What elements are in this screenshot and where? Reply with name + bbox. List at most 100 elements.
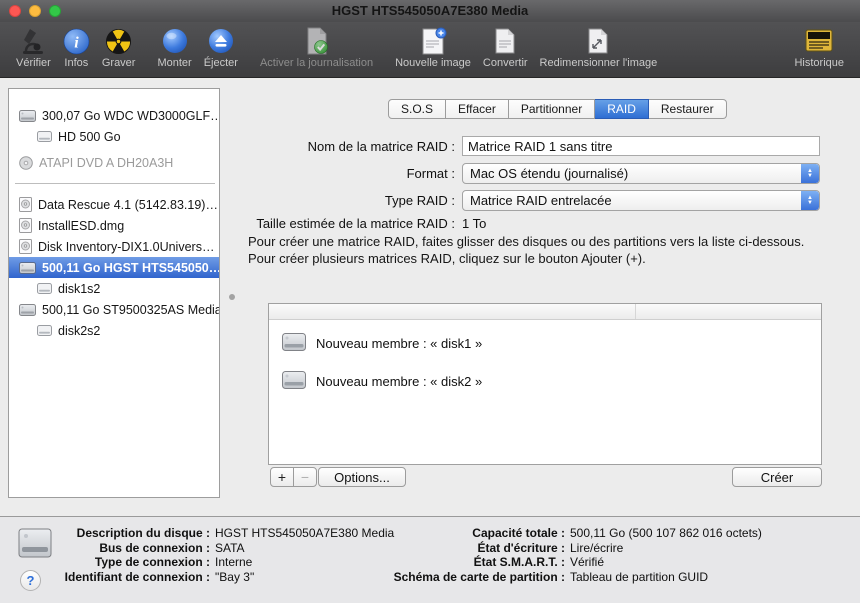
raid-instructions: Pour créer une matrice RAID, faites glis… [248,233,840,267]
sidebar-item-disk-wdc[interactable]: 300,07 Go WDC WD3000GLF… [9,105,219,126]
sidebar-item-volume-disk1s2[interactable]: disk1s2 [9,278,219,299]
sidebar-item-label: Disk Inventory-DIX1.0Univers… [38,240,214,254]
sidebar-item-label: 500,11 Go HGST HTS545050… [42,261,219,275]
info-value: SATA [215,541,245,555]
disk-utility-window: HGST HTS545050A7E380 Media Vérifier i [0,0,860,602]
raid-type-popup-value: Matrice RAID entrelacée [463,193,801,208]
column-divider [635,304,636,319]
toolbar-eject-label: Éjecter [204,57,238,69]
disk-image-icon [19,218,32,233]
raid-member-list[interactable]: Nouveau membre : « disk1 » Nouveau membr… [268,303,822,465]
toolbar-verify-label: Vérifier [16,57,51,69]
raid-type-label: Type RAID : [233,193,455,208]
info-label: Identifiant de connexion : [58,570,210,584]
eject-icon [208,25,234,57]
raid-instructions-line2: Pour créer plusieurs matrices RAID, cliq… [248,250,840,267]
raid-member-label: Nouveau membre : « disk2 » [316,374,482,389]
toolbar-history-button[interactable]: Historique [794,25,844,69]
info-label: État S.M.A.R.T. : [320,555,565,569]
tab-restore[interactable]: Restaurer [649,99,727,119]
toolbar-eject-button[interactable]: Éjecter [204,25,238,69]
info-row-partition-scheme: Schéma de carte de partition : Tableau d… [320,570,762,585]
toolbar-mount-label: Monter [157,57,191,69]
toolbar-journaling-label: Activer la journalisation [260,57,373,69]
disk-icon [19,262,36,274]
format-popup[interactable]: Mac OS étendu (journalisé) ▲▼ [462,163,820,184]
raid-name-input[interactable] [462,136,820,156]
sidebar-item-label: disk2s2 [58,324,100,338]
disk-image-icon [19,197,32,212]
disk-icon-large [18,528,52,563]
tab-bar: S.O.S Effacer Partitionner RAID Restaure… [388,99,727,119]
toolbar-convert-button[interactable]: Convertir [483,25,528,69]
tab-partition[interactable]: Partitionner [509,99,595,119]
info-label: Description du disque : [58,526,210,540]
disk-icon [19,110,36,122]
volume-icon [37,283,52,294]
options-button[interactable]: Options... [318,467,406,487]
member-list-header [269,304,821,320]
tab-sos[interactable]: S.O.S [388,99,446,119]
tab-raid[interactable]: RAID [595,99,649,119]
sidebar-item-volume-disk2s2[interactable]: disk2s2 [9,320,219,341]
info-icon: i [63,25,90,57]
optical-disc-icon [19,156,33,170]
new-image-icon [420,25,447,57]
raid-size-value: 1 To [462,216,486,231]
add-member-button[interactable]: + [270,467,294,487]
sidebar-item-disk-st9500325as[interactable]: 500,11 Go ST9500325AS Media [9,299,219,320]
info-value: 500,11 Go (500 107 862 016 octets) [570,526,762,540]
raid-size-label: Taille estimée de la matrice RAID : [233,216,455,231]
raid-member-row-disk1[interactable]: Nouveau membre : « disk1 » [269,324,821,362]
popup-arrows-icon: ▲▼ [801,191,819,210]
toolbar-new-image-button[interactable]: Nouvelle image [395,25,471,69]
burn-icon [105,25,132,57]
mount-icon [162,25,188,57]
info-label: Capacité totale : [320,526,565,540]
toolbar-info-button[interactable]: i Infos [63,25,90,69]
enable-journaling-icon [304,25,330,57]
sidebar-item-dmg-data-rescue[interactable]: Data Rescue 4.1 (5142.83.19)… [9,194,219,215]
toolbar-burn-button[interactable]: Graver [102,25,136,69]
sidebar-item-disk-hgst-selected[interactable]: 500,11 Go HGST HTS545050… [9,257,219,278]
toolbar-verify-button[interactable]: Vérifier [16,25,51,69]
raid-type-popup[interactable]: Matrice RAID entrelacée ▲▼ [462,190,820,211]
toolbar-journaling-button: Activer la journalisation [260,25,373,69]
drive-icon [282,333,306,354]
create-button[interactable]: Créer [732,467,822,487]
toolbar-burn-label: Graver [102,57,136,69]
info-value: Tableau de partition GUID [570,570,708,584]
disk-icon [19,304,36,316]
disk-info-panel: ? Description du disque : HGST HTS545050… [0,516,860,603]
format-label: Format : [233,166,455,181]
sidebar-item-label: HD 500 Go [58,130,121,144]
toolbar-new-image-label: Nouvelle image [395,57,471,69]
help-button[interactable]: ? [20,570,41,591]
sidebar-item-optical-drive[interactable]: ATAPI DVD A DH20A3H [9,152,219,173]
splitter-handle[interactable] [229,294,235,300]
drive-icon [282,371,306,392]
sidebar-item-dmg-installesd[interactable]: InstallESD.dmg [9,215,219,236]
sidebar-item-label: disk1s2 [58,282,100,296]
sidebar-separator [15,183,215,184]
toolbar-mount-button[interactable]: Monter [157,25,191,69]
info-row-capacity: Capacité totale : 500,11 Go (500 107 862… [320,526,762,541]
history-icon [804,25,834,57]
volume-icon [37,325,52,336]
remove-member-button[interactable]: − [293,467,317,487]
tab-erase[interactable]: Effacer [446,99,509,119]
sidebar-device-list: 300,07 Go WDC WD3000GLF… HD 500 Go ATAPI… [8,88,220,498]
raid-member-row-disk2[interactable]: Nouveau membre : « disk2 » [269,362,821,400]
toolbar-convert-label: Convertir [483,57,528,69]
sidebar-item-label: 300,07 Go WDC WD3000GLF… [42,109,219,123]
sidebar-item-label: InstallESD.dmg [38,219,124,233]
sidebar-item-label: ATAPI DVD A DH20A3H [39,156,173,170]
sidebar-item-volume-hd500[interactable]: HD 500 Go [9,126,219,147]
sidebar-item-dmg-disk-inventory[interactable]: Disk Inventory-DIX1.0Univers… [9,236,219,257]
sidebar-item-label: 500,11 Go ST9500325AS Media [42,303,219,317]
info-column-right: Capacité totale : 500,11 Go (500 107 862… [320,526,762,584]
window-title: HGST HTS545050A7E380 Media [0,3,860,18]
titlebar: HGST HTS545050A7E380 Media [0,0,860,22]
toolbar-resize-image-button[interactable]: Redimensionner l'image [540,25,658,69]
info-label: État d'écriture : [320,541,565,555]
